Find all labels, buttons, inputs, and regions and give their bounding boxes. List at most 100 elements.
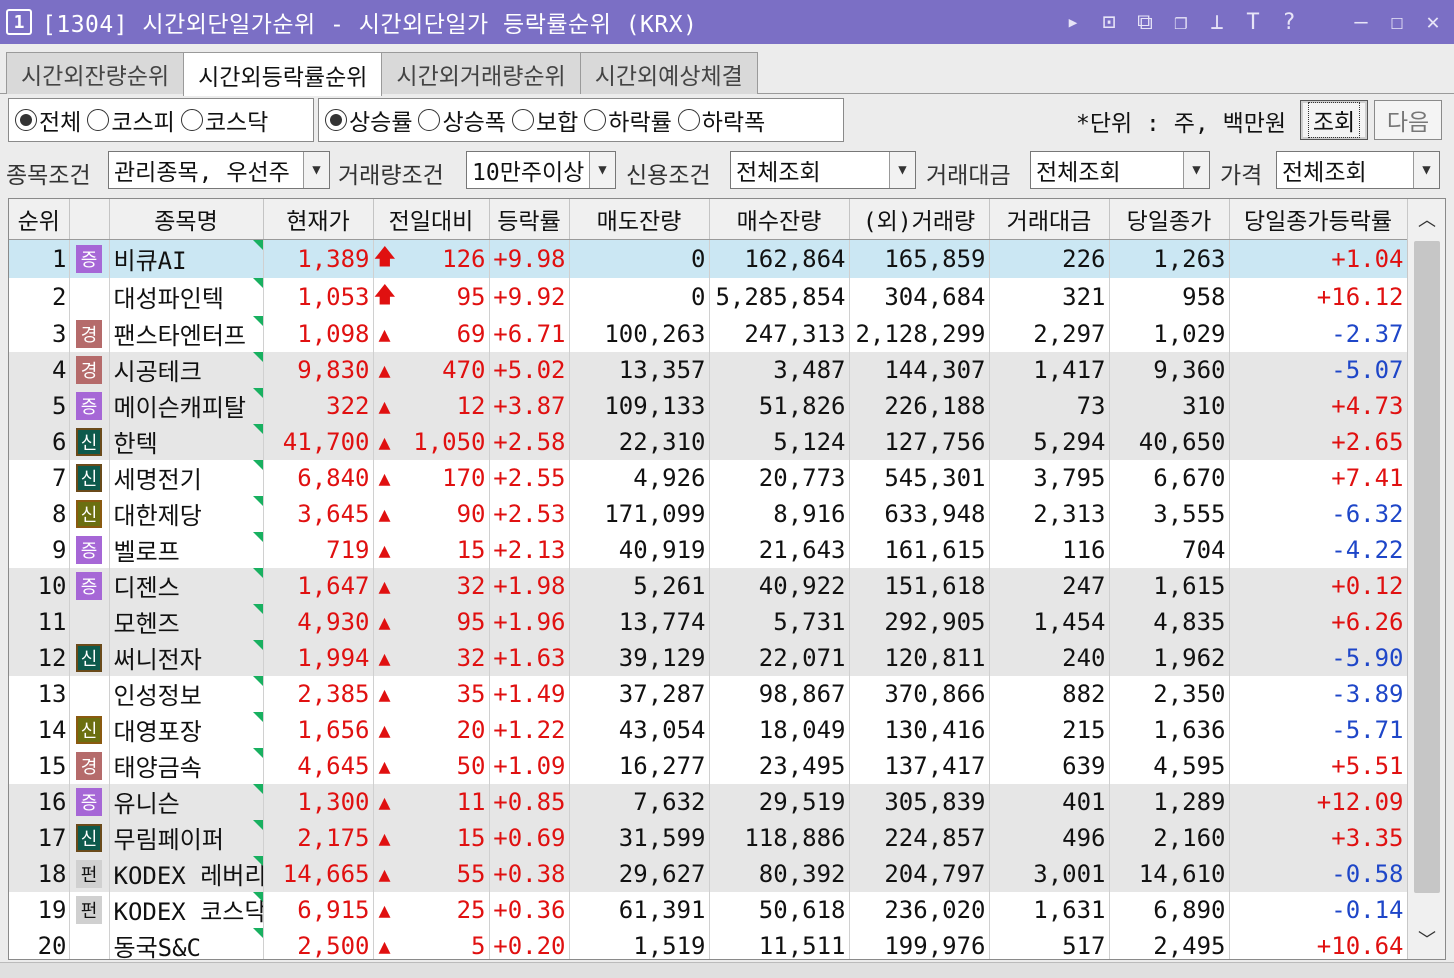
scrollbar-thumb[interactable] <box>1414 241 1440 893</box>
table-row[interactable]: 19 펀 KODEX 코스닥 6,915 ▲ 25 +0.36 61,391 50,618 236… <box>9 891 1408 928</box>
tab-0[interactable]: 시간외잔량순위 <box>6 52 185 94</box>
table-row[interactable]: 17 신 무림페이퍼 2,175 ▲ 15 +0.69 31,599 118,886 224,85… <box>9 819 1408 856</box>
sell-volume-cell: 4,926 <box>569 459 710 496</box>
sort-radio-1[interactable]: 상승폭 <box>418 103 506 137</box>
sort-radio-3[interactable]: 하락률 <box>584 103 672 137</box>
table-row[interactable]: 3 경 팬스타엔터프 1,098 ▲ 69 +6.71 100,263 247,313 2,128… <box>9 315 1408 352</box>
table-row[interactable]: 2 대성파인텍 1,053 🡅 95 +9.92 0 5,285,854 304,684 321 9… <box>9 277 1408 316</box>
market-radio-2[interactable]: 코스닥 <box>180 103 268 137</box>
volume-condition-select[interactable]: 10만주이상 ▼ <box>466 151 616 189</box>
chevron-down-icon[interactable]: ▼ <box>1183 152 1209 188</box>
chevron-down-icon[interactable]: ▼ <box>589 152 615 188</box>
m-icon[interactable]: ⊡ <box>1098 10 1120 35</box>
rate-cell: +1.09 <box>489 747 570 784</box>
chevron-down-icon[interactable]: ▼ <box>1413 152 1439 188</box>
table-row[interactable]: 11 모헨즈 4,930 ▲ 95 +1.96 13,774 5,731 292,905 1,45… <box>9 603 1408 640</box>
close-rate-cell: -5.07 <box>1229 351 1408 388</box>
corner-marker-icon <box>252 711 262 722</box>
change-cell: ▲ 95 <box>373 603 490 640</box>
chevron-down-icon[interactable]: ▼ <box>303 152 329 188</box>
sort-radio-4[interactable]: 하락폭 <box>677 103 765 137</box>
badge-cell: 증 <box>69 239 110 278</box>
amount-cell: 226 <box>989 239 1110 278</box>
badge-cell: 펀 <box>69 891 110 928</box>
search-button[interactable]: 조회 <box>1300 100 1368 140</box>
tab-1[interactable]: 시간외등락률순위 <box>183 52 383 96</box>
chevron-up-icon[interactable]: ︿ <box>1408 201 1445 237</box>
sell-volume-cell: 22,310 <box>569 423 710 460</box>
column-header-2[interactable]: 종목명 <box>109 199 264 240</box>
table-row[interactable]: 7 신 세명전기 6,840 ▲ 170 +2.55 4,926 20,773 545,301 3,… <box>9 459 1408 496</box>
stock-name-cell: 태양금속 <box>109 747 264 784</box>
table-row[interactable]: 16 증 유니슨 1,300 ▲ 11 +0.85 7,632 29,519 305,839 401… <box>9 783 1408 820</box>
table-row[interactable]: 5 증 메이슨캐피탈 322 ▲ 12 +3.87 109,133 51,826 226,188 7… <box>9 387 1408 424</box>
table-row[interactable]: 13 인성정보 2,385 ▲ 35 +1.49 37,287 98,867 370,866 88… <box>9 675 1408 712</box>
credit-condition-select[interactable]: 전체조회 ▼ <box>730 151 916 189</box>
radio-circle-icon[interactable] <box>87 109 110 131</box>
table-row[interactable]: 6 신 한텍 41,700 ▲ 1,050 +2.58 22,310 5,124 127,756 5… <box>9 423 1408 460</box>
change-cell: ▲ 15 <box>373 531 490 568</box>
vertical-scrollbar[interactable]: ︿ ﹀ <box>1407 199 1445 959</box>
tab-2[interactable]: 시간외거래량순위 <box>381 52 581 94</box>
minimize-icon[interactable]: — <box>1350 10 1372 35</box>
radio-circle-icon[interactable] <box>15 109 37 131</box>
radio-circle-icon[interactable] <box>325 109 347 131</box>
market-radio-0[interactable]: 전체 <box>15 103 81 137</box>
layout-icon[interactable]: ⧉ <box>1134 10 1156 35</box>
status-badge: 신 <box>76 500 102 528</box>
column-header-0[interactable]: 순위 <box>9 199 70 240</box>
radio-circle-icon[interactable] <box>584 109 607 131</box>
badge-cell: 증 <box>69 531 110 568</box>
close-icon[interactable]: ✕ <box>1422 10 1444 35</box>
sort-radio-2[interactable]: 보합 <box>511 103 578 137</box>
help-icon[interactable]: ? <box>1278 10 1300 35</box>
window-number[interactable]: 1 <box>6 9 32 35</box>
chevron-down-icon[interactable]: ﹀ <box>1408 921 1445 957</box>
column-header-3[interactable]: 현재가 <box>263 199 374 240</box>
table-row[interactable]: 9 증 벨로프 719 ▲ 15 +2.13 40,919 21,643 161,615 116 70… <box>9 531 1408 568</box>
price-cell: 1,389 <box>263 239 374 278</box>
amount-cell: 496 <box>989 819 1110 856</box>
radio-circle-icon[interactable] <box>511 109 534 131</box>
copy-window-icon[interactable]: ❐ <box>1170 10 1192 35</box>
column-header-7[interactable]: 매수잔량 <box>709 199 850 240</box>
radio-circle-icon[interactable] <box>180 109 203 131</box>
rate-cell: +1.98 <box>489 567 570 604</box>
column-header-1[interactable] <box>69 199 110 240</box>
corner-marker-icon <box>252 927 262 938</box>
table-row[interactable]: 4 경 시공테크 9,830 ▲ 470 +5.02 13,357 3,487 144,307 1,… <box>9 351 1408 388</box>
column-header-10[interactable]: 당일종가 <box>1109 199 1230 240</box>
column-header-8[interactable]: (외)거래량 <box>849 199 990 240</box>
table-row[interactable]: 1 증 비큐AI 1,389 🡅 126 +9.98 0 162,864 165,859 226 1,… <box>9 239 1408 278</box>
price-condition-select[interactable]: 전체조회 ▼ <box>1276 151 1440 189</box>
column-header-4[interactable]: 전일대비 <box>373 199 490 240</box>
table-row[interactable]: 15 경 태양금속 4,645 ▲ 50 +1.09 16,277 23,495 137,417 6… <box>9 747 1408 784</box>
column-header-9[interactable]: 거래대금 <box>989 199 1110 240</box>
sell-volume-cell: 39,129 <box>569 639 710 676</box>
next-button[interactable]: 다음 <box>1374 100 1442 140</box>
table-row[interactable]: 20 동국S&C 2,500 ▲ 5 +0.20 1,519 11,511 199,976 517… <box>9 927 1408 959</box>
chevron-down-icon[interactable]: ▼ <box>889 152 915 188</box>
amount-condition-select[interactable]: 전체조회 ▼ <box>1030 151 1210 189</box>
tab-3[interactable]: 시간외예상체결 <box>579 52 758 94</box>
table-row[interactable]: 12 신 써니전자 1,994 ▲ 32 +1.63 39,129 22,071 120,811 2… <box>9 639 1408 676</box>
market-radio-1[interactable]: 코스피 <box>87 103 175 137</box>
play-icon[interactable]: ▸ <box>1062 10 1084 35</box>
radio-circle-icon[interactable] <box>677 109 700 131</box>
column-header-6[interactable]: 매도잔량 <box>569 199 710 240</box>
text-icon[interactable]: T <box>1242 10 1264 35</box>
pin-icon[interactable]: ⊥ <box>1206 10 1228 35</box>
stock-condition-select[interactable]: 관리종목, 우선주 ▼ <box>108 151 330 189</box>
column-header-5[interactable]: 등락률 <box>489 199 570 240</box>
sort-radio-0[interactable]: 상승률 <box>325 103 412 137</box>
up-triangle-icon: ▲ <box>378 645 391 670</box>
price-cell: 1,994 <box>263 639 374 676</box>
maximize-icon[interactable]: ☐ <box>1386 10 1408 35</box>
table-row[interactable]: 14 신 대영포장 1,656 ▲ 20 +1.22 43,054 18,049 130,416 2… <box>9 711 1408 748</box>
column-header-11[interactable]: 당일종가등락률 <box>1229 199 1408 240</box>
table-row[interactable]: 8 신 대한제당 3,645 ▲ 90 +2.53 171,099 8,916 633,948 2,… <box>9 495 1408 532</box>
table-row[interactable]: 18 펀 KODEX 레버리 14,665 ▲ 55 +0.38 29,627 80,392 20… <box>9 855 1408 892</box>
table-row[interactable]: 10 증 디젠스 1,647 ▲ 32 +1.98 5,261 40,922 151,618 247… <box>9 567 1408 604</box>
rank-cell: 13 <box>9 675 70 712</box>
radio-circle-icon[interactable] <box>418 109 441 131</box>
